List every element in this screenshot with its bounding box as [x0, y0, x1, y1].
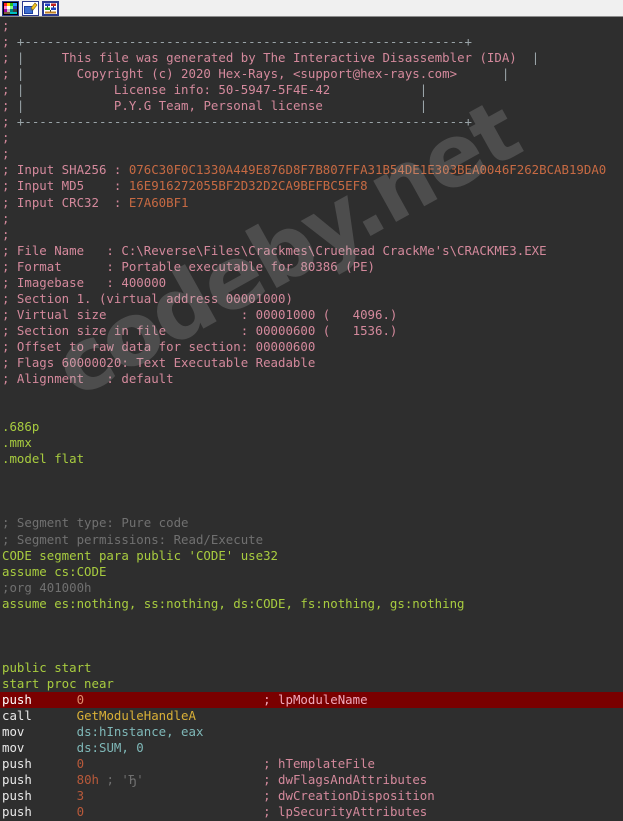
- virtual-size-row: ; Virtual size : 00001000 ( 4096.): [2, 306, 398, 322]
- operand: GetModuleHandleA: [76, 708, 196, 724]
- mnemonic: call: [2, 708, 77, 724]
- graph-view-icon[interactable]: [42, 0, 59, 16]
- alignment-row: ; Alignment : default: [2, 371, 174, 387]
- section-row: ; Section 1. (virtual address 00001000): [2, 290, 293, 306]
- toolbar: [0, 0, 623, 17]
- proc-declaration: start proc near: [2, 675, 114, 691]
- operand: 3: [76, 788, 85, 804]
- assume-rest: assume es:nothing, ss:nothing, ds:CODE, …: [2, 595, 465, 611]
- crc32-row: ; Input CRC32 : E7A60BF1: [2, 194, 189, 210]
- mnemonic: mov: [2, 740, 77, 756]
- comment-gap: [144, 772, 263, 787]
- comment-gap: [84, 804, 263, 819]
- disasm-row[interactable]: call GetModuleHandleA: [0, 708, 623, 724]
- palette-icon[interactable]: [2, 0, 19, 16]
- assume-cs: assume cs:CODE: [2, 563, 107, 579]
- operand: ds:SUM, 0: [76, 740, 144, 756]
- org-comment: ;org 401000h: [2, 579, 92, 595]
- comment-line: ;: [2, 226, 10, 242]
- md5-row: ; Input MD5 : 16E916272055BF2D32D2CA9BEF…: [2, 178, 368, 194]
- operand: 0: [76, 804, 85, 820]
- comment-line: ;: [2, 130, 10, 146]
- operand-comment: ; lpModuleName: [263, 691, 368, 707]
- comment-line: ;: [2, 18, 10, 33]
- directive-cpu: .686p: [2, 419, 40, 435]
- filename-row: ; File Name : C:\Reverse\Files\Crackmes\…: [2, 242, 547, 258]
- disasm-row[interactable]: mov ds:SUM, 0: [0, 740, 623, 756]
- mnemonic: push: [2, 772, 77, 788]
- comment-gap: [84, 788, 263, 803]
- segment-perm-comment: ; Segment permissions: Read/Execute: [2, 531, 264, 547]
- disasm-row[interactable]: push 0 ; lpModuleName: [0, 691, 623, 709]
- format-row: ; Format : Portable executable for 80386…: [2, 258, 375, 274]
- banner-line: ; | This file was generated by The Inter…: [2, 50, 540, 66]
- comment-gap: [84, 692, 263, 707]
- segment-declaration: CODE segment para public 'CODE' use32: [2, 547, 279, 563]
- section-size-row: ; Section size in file : 00000600 ( 1536…: [2, 322, 398, 338]
- disasm-row[interactable]: push 0 ; hTemplateFile: [0, 756, 623, 772]
- operand-comment: ; lpSecurityAttributes: [263, 804, 428, 820]
- banner-bottom-rule: ; +-------------------------------------…: [2, 114, 472, 130]
- operand-comment: ; dwCreationDisposition: [263, 788, 435, 804]
- flags-row: ; Flags 60000020: Text Executable Readab…: [2, 354, 316, 370]
- imagebase-row: ; Imagebase : 400000: [2, 274, 167, 290]
- banner-line: ; | P.Y.G Team, Personal license |: [2, 98, 428, 114]
- operand: ds:hInstance, eax: [76, 724, 204, 740]
- edit-image-icon[interactable]: [22, 0, 39, 16]
- disasm-row[interactable]: push 80h ; 'Ђ' ; dwFlagsAndAttributes: [0, 772, 623, 788]
- directive-model: .model flat: [2, 451, 85, 467]
- segment-type-comment: ; Segment type: Pure code: [2, 515, 189, 531]
- disassembly-listing[interactable]: ; ; +-----------------------------------…: [0, 18, 623, 821]
- mnemonic: push: [2, 788, 77, 804]
- banner-line: ; | Copyright (c) 2020 Hex-Rays, <suppor…: [2, 66, 510, 82]
- operand-comment: ; hTemplateFile: [263, 756, 376, 772]
- banner-top-rule: ; +-------------------------------------…: [2, 34, 472, 50]
- banner-line: ; | License info: 50-5947-5F4E-42 |: [2, 82, 428, 98]
- operand: 80h: [76, 772, 99, 788]
- inline-comment: ; 'Ђ': [99, 772, 144, 788]
- mnemonic: push: [2, 691, 77, 707]
- disasm-row[interactable]: mov ds:hInstance, eax: [0, 724, 623, 740]
- disasm-row[interactable]: push 3 ; dwCreationDisposition: [0, 788, 623, 804]
- operand-comment: ; dwFlagsAndAttributes: [263, 772, 428, 788]
- directive-mmx: .mmx: [2, 435, 32, 451]
- offset-row: ; Offset to raw data for section: 000006…: [2, 338, 316, 354]
- comment-line: ;: [2, 210, 10, 226]
- mnemonic: push: [2, 804, 77, 820]
- operand: 0: [76, 691, 85, 707]
- mnemonic: mov: [2, 724, 77, 740]
- comment-gap: [84, 756, 263, 771]
- comment-line: ;: [2, 146, 10, 162]
- sha256-row: ; Input SHA256 : 076C30F0C1330A449E876D8…: [2, 162, 607, 178]
- mnemonic: push: [2, 756, 77, 772]
- public-start: public start: [2, 659, 92, 675]
- disasm-row[interactable]: push 0 ; lpSecurityAttributes: [0, 804, 623, 820]
- operand: 0: [76, 756, 85, 772]
